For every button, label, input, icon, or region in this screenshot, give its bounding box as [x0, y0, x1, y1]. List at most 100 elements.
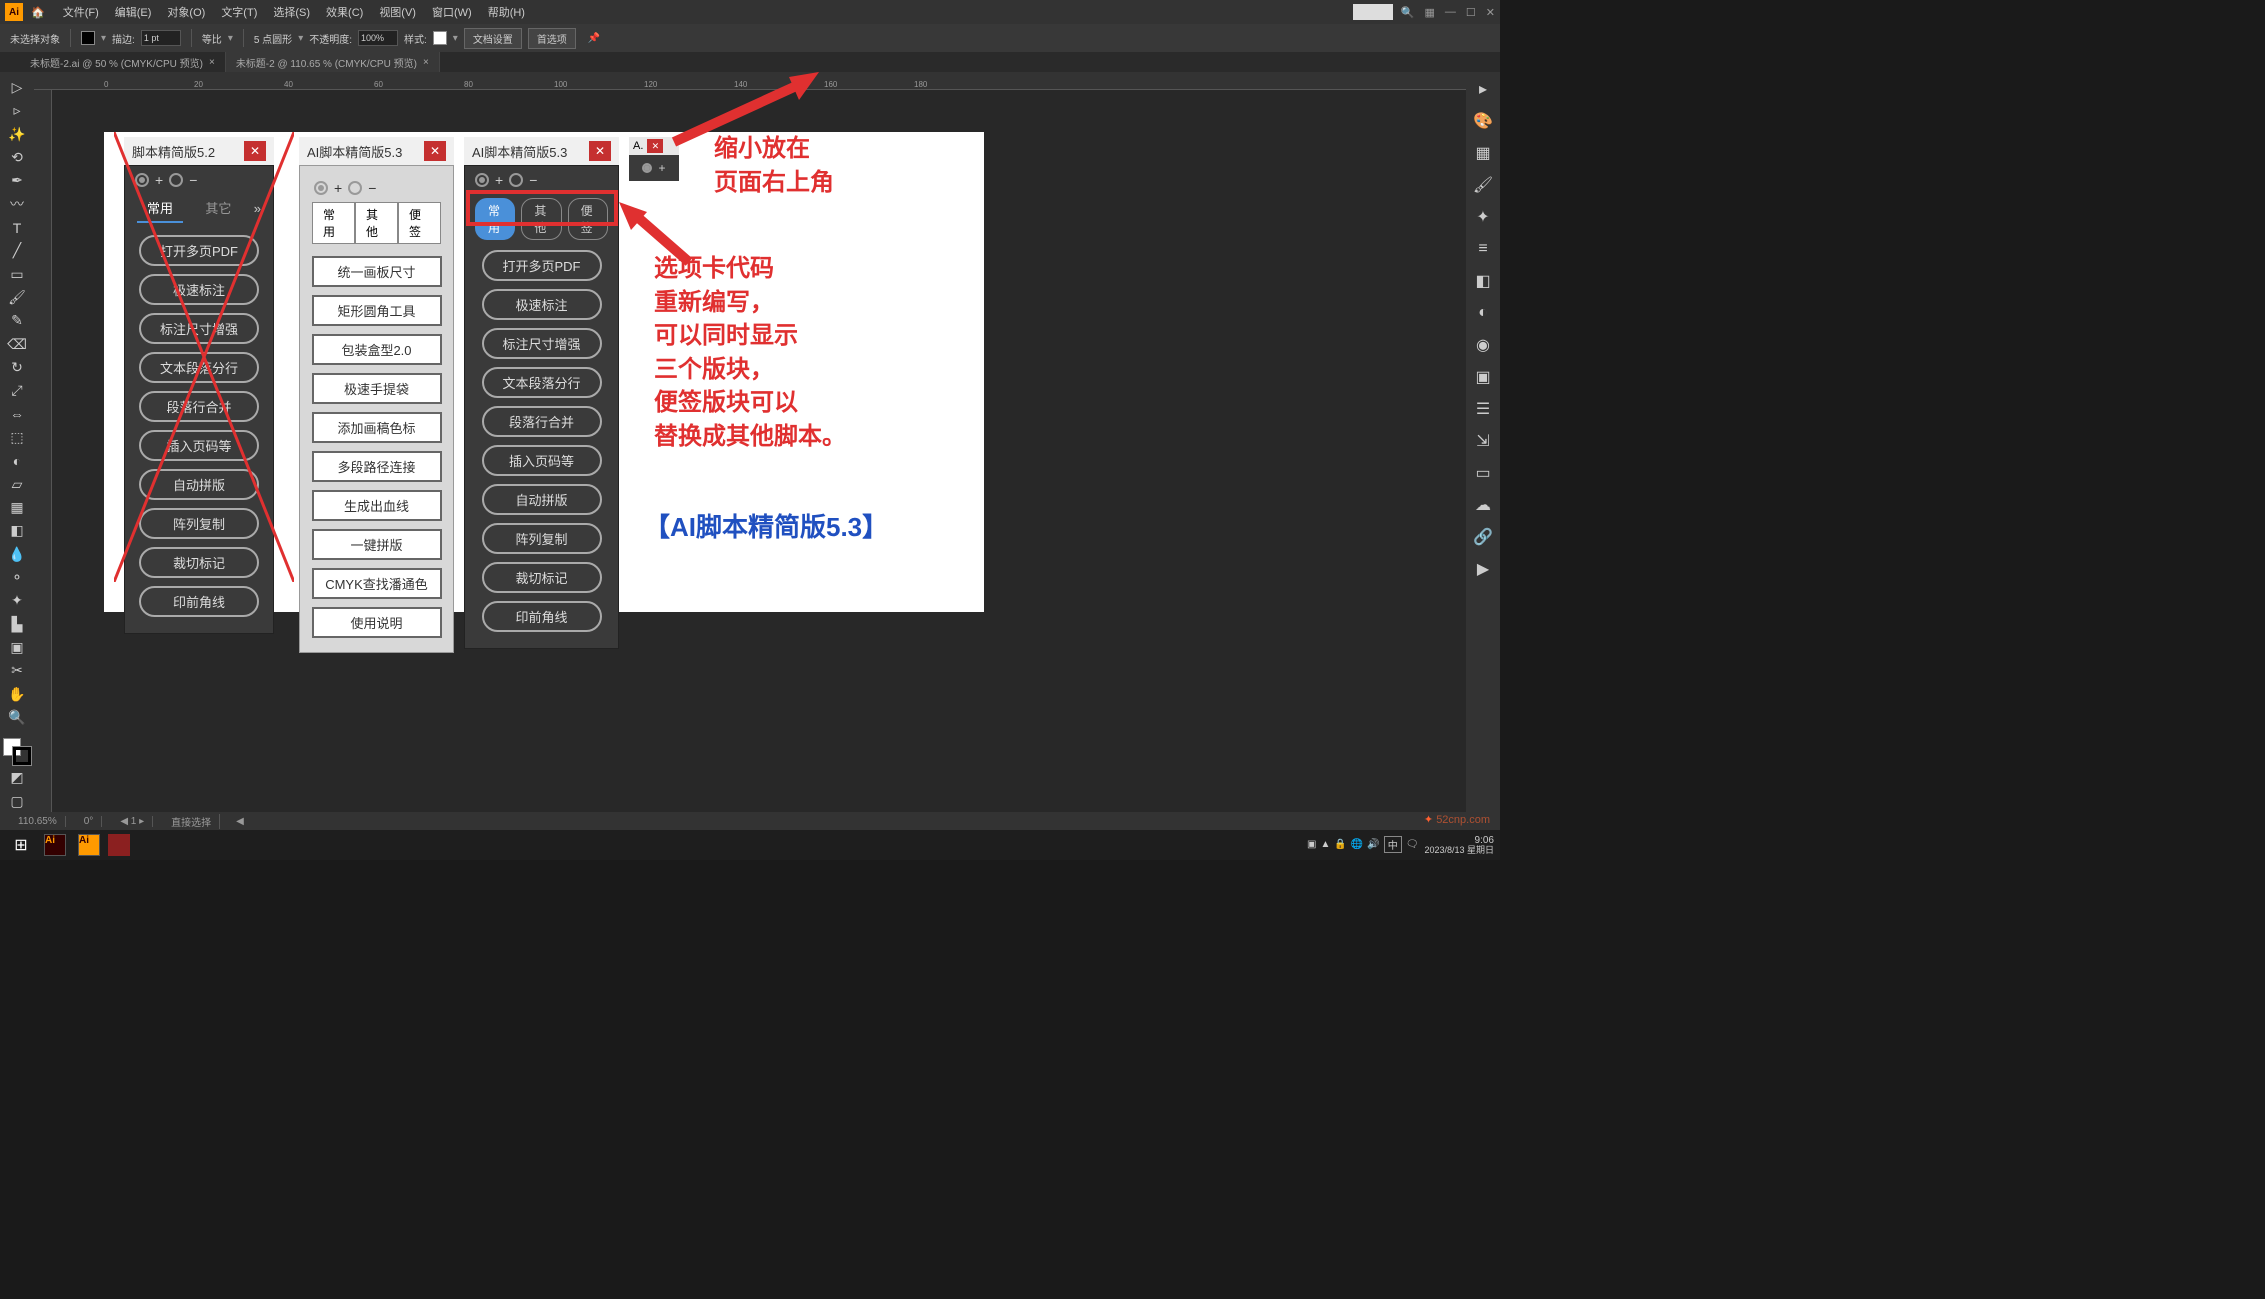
menu-edit[interactable]: 编辑(E): [107, 4, 160, 20]
close-button[interactable]: ✕: [589, 141, 611, 161]
stroke-input[interactable]: [141, 30, 181, 46]
close-button[interactable]: ✕: [647, 139, 663, 153]
panel-button[interactable]: 自动拼版: [482, 484, 602, 515]
fill-swatch[interactable]: [81, 31, 95, 45]
panel-button[interactable]: 打开多页PDF: [482, 250, 602, 281]
home-icon[interactable]: 🏠: [31, 6, 45, 19]
scale-tool[interactable]: ⤢: [4, 380, 30, 401]
menu-file[interactable]: 文件(F): [55, 4, 107, 20]
panel-button[interactable]: CMYK查找潘通色: [312, 568, 442, 599]
artboards-panel-icon[interactable]: ▭: [1471, 461, 1495, 485]
play-icon[interactable]: ▶: [1471, 557, 1495, 581]
minimize-icon[interactable]: —: [1445, 6, 1456, 19]
transparency-panel-icon[interactable]: ◐: [1471, 301, 1495, 325]
tab-notes[interactable]: 便签: [398, 202, 441, 244]
start-button[interactable]: ⊞: [6, 833, 36, 857]
layers-panel-icon[interactable]: ☰: [1471, 397, 1495, 421]
graph-tool[interactable]: ▙: [4, 614, 30, 635]
panel-button[interactable]: 统一画板尺寸: [312, 256, 442, 287]
radio-icon[interactable]: [509, 173, 523, 187]
magic-wand-tool[interactable]: ✨: [4, 124, 30, 145]
search-icon[interactable]: 🔍: [1401, 6, 1415, 19]
perspective-tool[interactable]: ▱: [4, 474, 30, 495]
hand-tool[interactable]: ✋: [4, 684, 30, 705]
radio-icon[interactable]: [642, 163, 652, 173]
lasso-tool[interactable]: ⟲: [4, 147, 30, 168]
tab-common[interactable]: 常用: [312, 202, 355, 244]
libraries-panel-icon[interactable]: ☁: [1471, 493, 1495, 517]
canvas[interactable]: 0 20 40 60 80 100 120 140 160 180 脚本精简版5…: [34, 72, 1466, 812]
blend-tool[interactable]: ⚬: [4, 567, 30, 588]
menu-object[interactable]: 对象(O): [159, 4, 213, 20]
pen-tool[interactable]: ✒: [4, 170, 30, 191]
gradient-tool[interactable]: ◧: [4, 520, 30, 541]
tray-icon[interactable]: 🗨: [1406, 839, 1419, 850]
properties-panel-icon[interactable]: ▸: [1471, 77, 1495, 101]
fill-stroke-control[interactable]: [3, 738, 31, 765]
curvature-tool[interactable]: 〰: [4, 194, 30, 215]
panel-button[interactable]: 使用说明: [312, 607, 442, 638]
search-box[interactable]: [1353, 4, 1393, 20]
zoom-level[interactable]: 110.65%: [10, 816, 66, 827]
panel-button[interactable]: 生成出血线: [312, 490, 442, 521]
panel-button[interactable]: 阵列复制: [482, 523, 602, 554]
line-tool[interactable]: ╱: [4, 240, 30, 261]
selection-tool[interactable]: ▷: [4, 77, 30, 98]
doc-tab-1[interactable]: 未标题-2.ai @ 50 % (CMYK/CPU 预览)×: [20, 52, 226, 72]
panel-button[interactable]: 插入页码等: [482, 445, 602, 476]
panel-button[interactable]: 矩形圆角工具: [312, 295, 442, 326]
rotate-tool[interactable]: ↻: [4, 357, 30, 378]
panel-button[interactable]: 文本段落分行: [482, 367, 602, 398]
taskbar-ai-1[interactable]: Ai: [40, 833, 70, 857]
direct-select-tool[interactable]: ▹: [4, 100, 30, 121]
rectangle-tool[interactable]: ▭: [4, 264, 30, 285]
links-panel-icon[interactable]: 🔗: [1471, 525, 1495, 549]
radio-icon[interactable]: [348, 181, 362, 195]
symbol-tool[interactable]: ✦: [4, 590, 30, 611]
graphic-styles-panel-icon[interactable]: ▣: [1471, 365, 1495, 389]
menu-effect[interactable]: 效果(C): [318, 4, 371, 20]
artboard-nav[interactable]: ◀ 1 ▸: [112, 816, 153, 827]
maximize-icon[interactable]: ☐: [1466, 6, 1476, 19]
radio-icon[interactable]: [475, 173, 489, 187]
menu-window[interactable]: 窗口(W): [424, 4, 480, 20]
tray-icon[interactable]: ▲: [1320, 839, 1330, 850]
panel-button[interactable]: 一键拼版: [312, 529, 442, 560]
artboard-tool[interactable]: ▣: [4, 637, 30, 658]
tray-icon[interactable]: 🌐: [1351, 839, 1363, 850]
tray-icon[interactable]: 🔊: [1367, 839, 1379, 850]
panel-button[interactable]: 极速标注: [482, 289, 602, 320]
appearance-panel-icon[interactable]: ◉: [1471, 333, 1495, 357]
opacity-input[interactable]: [358, 30, 398, 46]
paintbrush-tool[interactable]: 🖌: [4, 287, 30, 308]
swatches-panel-icon[interactable]: ▦: [1471, 141, 1495, 165]
panel-button[interactable]: 极速手提袋: [312, 373, 442, 404]
free-transform-tool[interactable]: ⬚: [4, 427, 30, 448]
prefs-button[interactable]: 首选项: [528, 28, 576, 49]
color-panel-icon[interactable]: 🎨: [1471, 109, 1495, 133]
menu-help[interactable]: 帮助(H): [480, 4, 533, 20]
zoom-tool[interactable]: 🔍: [4, 707, 30, 728]
panel-button[interactable]: 印前角线: [482, 601, 602, 632]
tray-ime[interactable]: 中: [1384, 836, 1402, 853]
type-tool[interactable]: T: [4, 217, 30, 238]
menu-select[interactable]: 选择(S): [265, 4, 318, 20]
rotate-value[interactable]: 0°: [76, 816, 103, 827]
brushes-panel-icon[interactable]: 🖌: [1471, 173, 1495, 197]
tab-other[interactable]: 其他: [355, 202, 398, 244]
slice-tool[interactable]: ✂: [4, 660, 30, 681]
width-tool[interactable]: ⇔: [4, 404, 30, 425]
taskbar-app[interactable]: [108, 834, 130, 856]
panel-button[interactable]: 多段路径连接: [312, 451, 442, 482]
tray-icon[interactable]: ▣: [1307, 839, 1316, 850]
color-mode-icon[interactable]: ◩: [4, 767, 30, 788]
asset-export-panel-icon[interactable]: ⇲: [1471, 429, 1495, 453]
gradient-panel-icon[interactable]: ◧: [1471, 269, 1495, 293]
panel-button[interactable]: 印前角线: [139, 586, 259, 617]
panel-button[interactable]: 裁切标记: [482, 562, 602, 593]
mesh-tool[interactable]: ▦: [4, 497, 30, 518]
panel-button[interactable]: 添加画稿色标: [312, 412, 442, 443]
arrange-icon[interactable]: ▦: [1425, 6, 1435, 19]
screen-mode-icon[interactable]: ▢: [4, 791, 30, 812]
menu-type[interactable]: 文字(T): [213, 4, 265, 20]
